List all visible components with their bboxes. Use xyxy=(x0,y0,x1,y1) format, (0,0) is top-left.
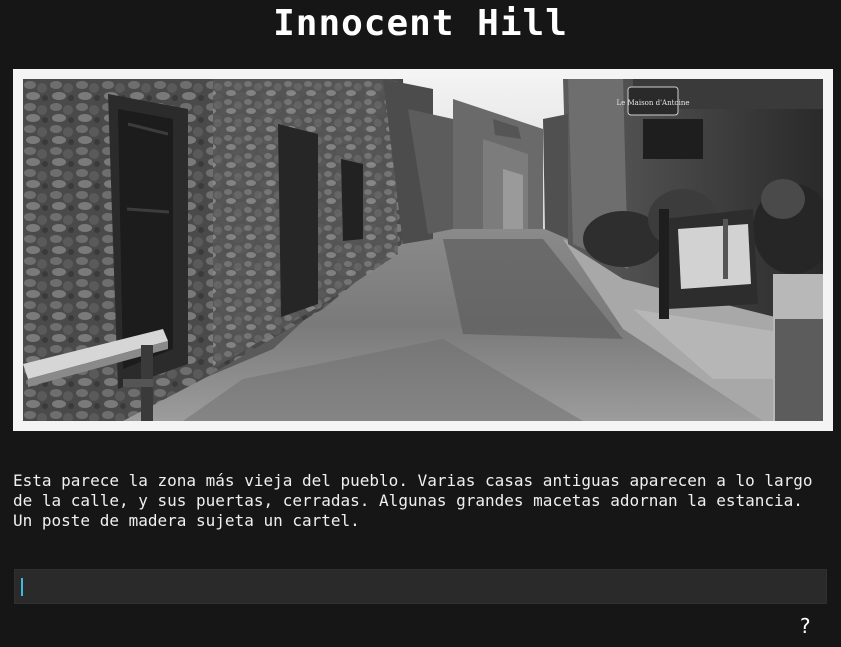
narration-text: Esta parece la zona más vieja del pueblo… xyxy=(13,471,813,530)
scene-image-frame: Le Maison d'Antoine xyxy=(13,69,833,431)
game-title: Innocent Hill xyxy=(273,3,568,44)
command-input[interactable] xyxy=(15,570,826,603)
command-input-box[interactable] xyxy=(14,569,827,604)
hanging-shop-sign: Le Maison d'Antoine xyxy=(616,99,689,107)
text-caret xyxy=(21,578,23,596)
village-street-scene: Le Maison d'Antoine xyxy=(23,79,823,421)
help-button[interactable]: ? xyxy=(799,614,811,638)
